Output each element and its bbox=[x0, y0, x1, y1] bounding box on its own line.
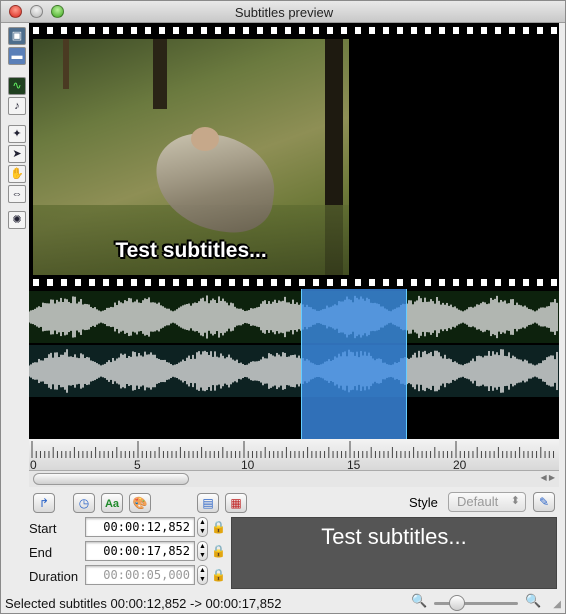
style-label: Style bbox=[409, 495, 438, 510]
zoom-slider-knob[interactable] bbox=[449, 595, 465, 611]
waveform-track-left[interactable] bbox=[29, 291, 559, 343]
font-aa-icon: Aa bbox=[104, 498, 120, 510]
tool-column: ▣ ▬ ∿ ♪ ✦ ➤ ✋ ⇔ ✺ bbox=[1, 23, 29, 263]
audio-speaker-icon[interactable]: ♪ bbox=[8, 97, 26, 115]
duration-lock-icon[interactable]: 🔒 bbox=[211, 568, 226, 584]
style-select[interactable]: Default ⬍ bbox=[448, 492, 526, 512]
pointer-icon[interactable]: ➤ bbox=[8, 145, 26, 163]
subtitle-text[interactable]: Test subtitles... bbox=[232, 524, 556, 550]
duration-stepper[interactable]: ▲ ▼ bbox=[197, 565, 208, 585]
arrow-icon: ↱ bbox=[38, 496, 50, 510]
style-select-value: Default bbox=[457, 494, 499, 509]
magic-wand-icon[interactable]: ✦ bbox=[8, 125, 26, 143]
scroll-arrows-icon[interactable]: ◀ ▶ bbox=[540, 473, 555, 482]
notes-button[interactable]: ▤ bbox=[197, 493, 219, 513]
start-time-stepper[interactable]: ▲ ▼ bbox=[197, 517, 208, 537]
status-text: Selected subtitles 00:00:12,852 -> 00:00… bbox=[5, 596, 282, 611]
color-grid-button[interactable]: ▦ bbox=[225, 493, 247, 513]
subtitle-selection-region[interactable] bbox=[301, 289, 407, 441]
tree-trunk bbox=[63, 39, 69, 89]
start-label: Start bbox=[29, 521, 57, 536]
waveform-view-icon[interactable]: ▬ bbox=[8, 47, 26, 65]
clock-icon: ◷ bbox=[78, 496, 90, 510]
edit-style-button[interactable]: ✎ bbox=[533, 492, 555, 512]
video-subtitle-overlay: Test subtitles... bbox=[115, 239, 267, 262]
waveform-toggle-icon[interactable]: ∿ bbox=[8, 77, 26, 95]
time-ruler[interactable]: 0 5 10 15 20 bbox=[29, 439, 559, 472]
person-head bbox=[191, 127, 219, 151]
waveform-track-right[interactable] bbox=[29, 345, 559, 397]
waveform-area[interactable] bbox=[29, 289, 559, 441]
color-palette-button[interactable]: 🎨 bbox=[129, 493, 151, 513]
end-lock-icon[interactable]: 🔒 bbox=[211, 544, 226, 560]
title-bar: Subtitles preview bbox=[1, 1, 565, 23]
hand-icon[interactable]: ✋ bbox=[8, 165, 26, 183]
document-icon: ▤ bbox=[202, 496, 214, 510]
zoom-out-icon[interactable]: 🔍 bbox=[411, 593, 427, 609]
jump-to-subtitle-button[interactable]: ↱ bbox=[33, 493, 55, 513]
resize-grip-icon[interactable]: ◢ bbox=[553, 599, 561, 610]
zoom-slider-track[interactable] bbox=[434, 602, 518, 605]
end-time-stepper[interactable]: ▲ ▼ bbox=[197, 541, 208, 561]
start-time-field[interactable]: 00:00:12,852 bbox=[85, 517, 195, 537]
grid-color-icon: ▦ bbox=[230, 496, 242, 510]
ruler-label: 0 bbox=[30, 458, 37, 472]
subtitles-preview-window: Subtitles preview ▣ ▬ ∿ ♪ ✦ ➤ ✋ ⇔ ✺ Test… bbox=[0, 0, 566, 614]
zoom-in-icon[interactable]: 🔍 bbox=[525, 593, 541, 609]
effects-icon[interactable]: ✺ bbox=[8, 211, 26, 229]
subtitle-text-editor[interactable]: Test subtitles... bbox=[231, 517, 557, 589]
duration-field[interactable]: 00:00:05,000 bbox=[85, 565, 195, 585]
end-label: End bbox=[29, 545, 53, 560]
video-area: Test subtitles... bbox=[29, 23, 559, 289]
tree-trunk bbox=[153, 39, 167, 109]
ruler-label: 5 bbox=[134, 458, 141, 472]
timeline-scrollbar[interactable]: ◀ ▶ bbox=[29, 471, 559, 487]
window-title: Subtitles preview bbox=[234, 5, 334, 20]
chevron-updown-icon: ⬍ bbox=[510, 495, 520, 507]
duration-label: Duration bbox=[29, 569, 79, 584]
pencil-icon: ✎ bbox=[538, 495, 550, 509]
scrollbar-thumb[interactable] bbox=[33, 473, 189, 485]
film-perforation-bottom bbox=[29, 275, 559, 289]
ruler-label: 20 bbox=[453, 458, 467, 472]
text-style-button[interactable]: Aa bbox=[101, 493, 123, 513]
ruler-label: 15 bbox=[347, 458, 361, 472]
start-lock-icon[interactable]: 🔒 bbox=[211, 520, 226, 536]
video-frame[interactable]: Test subtitles... bbox=[33, 39, 349, 275]
video-view-icon[interactable]: ▣ bbox=[8, 27, 26, 45]
film-perforation-top bbox=[29, 23, 559, 37]
ruler-label: 10 bbox=[241, 458, 255, 472]
resize-arrows-icon[interactable]: ⇔ bbox=[8, 185, 26, 203]
palette-icon: 🎨 bbox=[132, 496, 148, 510]
timing-mode-button[interactable]: ◷ bbox=[73, 493, 95, 513]
end-time-field[interactable]: 00:00:17,852 bbox=[85, 541, 195, 561]
